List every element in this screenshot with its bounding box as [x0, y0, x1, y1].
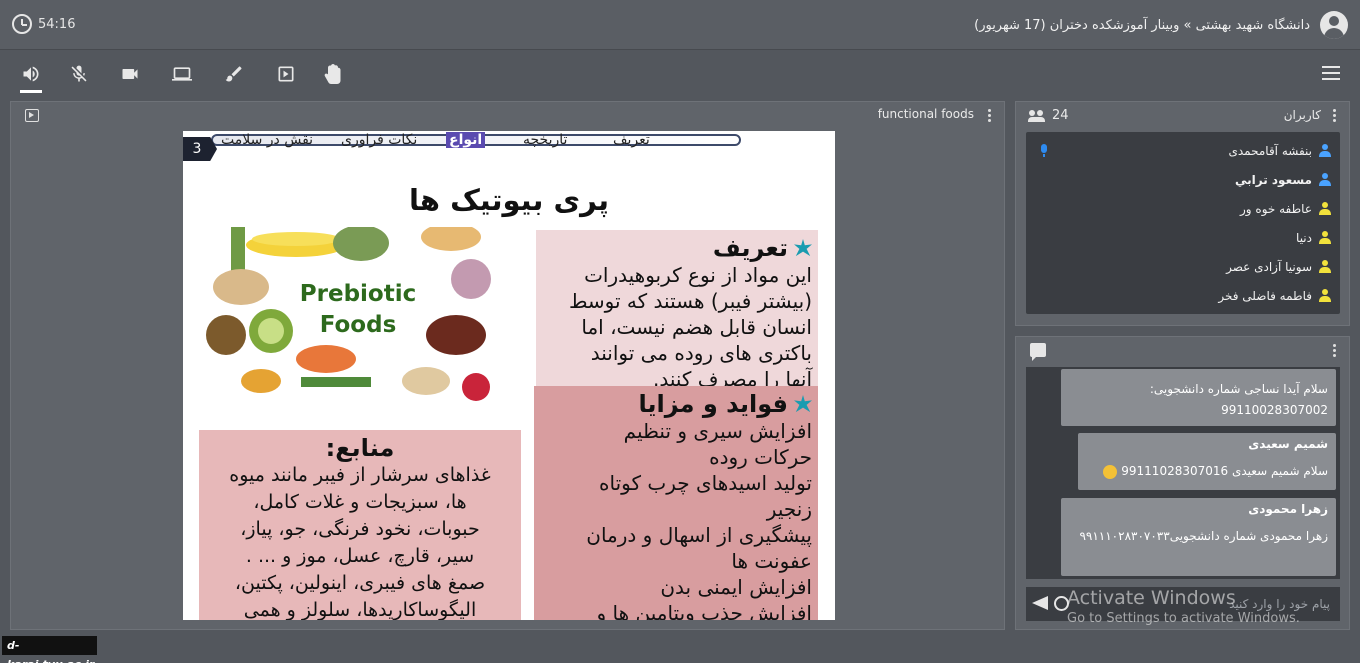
session-title-area: دانشگاه شهید بهشتی » وبینار آموزشکده دخت…	[974, 11, 1348, 39]
slide-nav-item: تعریف	[613, 132, 650, 148]
slide-nav-bar: نقش در سلامت نکات فراوری انواع تاریخچه ت…	[211, 132, 741, 148]
clock-icon	[12, 14, 32, 34]
people-icon	[1028, 109, 1046, 122]
brush-icon[interactable]	[223, 63, 245, 85]
image-label-line: Foods	[319, 312, 397, 338]
watermark-title: Activate Windows	[1067, 587, 1236, 609]
camera-icon[interactable]	[119, 63, 141, 85]
send-icon[interactable]	[1032, 596, 1048, 610]
person-icon	[1318, 288, 1332, 303]
user-list-item[interactable]: فاطمه فاضلی فخر	[1026, 281, 1340, 310]
user-name: سونیا آزادی عصر	[1226, 259, 1312, 274]
users-list: بنفشه آقامحمدی مسعود ترابي عاطفه خوه ور …	[1026, 132, 1340, 314]
slide-nav-item-active: انواع	[446, 132, 486, 148]
slide-nav-item: نکات فراوری	[341, 132, 418, 148]
user-list-item[interactable]: سونیا آزادی عصر	[1026, 252, 1340, 281]
person-icon	[1318, 201, 1332, 216]
user-list-item[interactable]: دنیا	[1026, 223, 1340, 252]
users-options-icon[interactable]	[1333, 109, 1337, 123]
speaker-icon[interactable]	[20, 63, 42, 93]
star-bullet-icon	[794, 239, 812, 257]
grin-emoji-icon	[1103, 464, 1118, 479]
benefits-title: فواید و مزایا	[542, 390, 812, 418]
play-box-icon[interactable]	[275, 63, 297, 85]
toolbar	[0, 51, 1360, 97]
session-timer: 54:16	[12, 14, 75, 34]
user-name: فاطمه فاضلی فخر	[1218, 288, 1312, 303]
presentation-slide: نقش در سلامت نکات فراوری انواع تاریخچه ت…	[183, 131, 835, 620]
benefits-text: افزایش سیری و تنظیم حرکات روده تولید اسی…	[586, 419, 812, 620]
watermark-subtitle: Go to Settings to activate Windows.	[1067, 611, 1300, 626]
user-list-item[interactable]: مسعود ترابي	[1026, 165, 1340, 194]
windows-activation-watermark: Activate Windows Go to Settings to activ…	[1067, 587, 1300, 626]
mic-off-icon[interactable]	[68, 63, 90, 85]
user-name: بنفشه آقامحمدی	[1228, 143, 1312, 158]
sources-box: منابع: غذاهای سرشار از فیبر مانند میوه ه…	[199, 430, 521, 620]
chat-message-text: زهرا محمودی شماره دانشجویی۹۹۱۱۱۰۲۸۳۰۷۰۳۳	[1079, 529, 1328, 543]
chat-message: سلام آیدا نساجی شماره دانشجویی: 99110028…	[1061, 369, 1336, 426]
image-label-line: Prebiotic	[299, 281, 417, 307]
site-logo: d-karaj.tvu.ac.ir	[2, 636, 97, 663]
presentation-name: functional foods	[877, 107, 974, 121]
person-icon	[1318, 172, 1332, 187]
minimize-presentation-icon[interactable]	[25, 109, 39, 122]
session-title: دانشگاه شهید بهشتی » وبینار آموزشکده دخت…	[974, 17, 1310, 33]
microphone-icon	[1040, 144, 1048, 157]
presentation-options-icon[interactable]	[988, 109, 992, 123]
sources-text: غذاهای سرشار از فیبر مانند میوه ها، سبزی…	[229, 464, 491, 620]
prebiotic-foods-image: Prebiotic Foods	[201, 223, 501, 401]
person-icon	[1318, 230, 1332, 245]
definition-title: تعریف	[544, 234, 812, 262]
chat-message: زهرا محمودی زهرا محمودی شماره دانشجویی۹۹…	[1061, 498, 1336, 576]
chat-message: شمیم سعیدی سلام شمیم سعیدی 9911102830701…	[1078, 433, 1336, 490]
definition-title-text: تعریف	[712, 234, 788, 262]
users-count-text: 24	[1052, 108, 1069, 123]
chat-messages[interactable]: سلام آیدا نساجی شماره دانشجویی: 99110028…	[1026, 367, 1340, 579]
sources-title: منابع:	[325, 434, 395, 462]
slide-heading: پری بیوتیک ها	[408, 183, 610, 217]
definition-box: تعریف این مواد از نوع کربوهیدرات (بیشتر …	[536, 230, 818, 391]
person-icon	[1318, 259, 1332, 274]
user-list-item[interactable]: عاطفه خوه ور	[1026, 194, 1340, 223]
hamburger-menu-button[interactable]	[1322, 66, 1340, 80]
person-icon	[1318, 143, 1332, 158]
timer-text: 54:16	[38, 16, 76, 32]
raise-hand-icon[interactable]	[322, 63, 344, 85]
chat-icon	[1030, 343, 1046, 361]
star-bullet-icon	[794, 395, 812, 413]
user-name: مسعود ترابي	[1234, 172, 1312, 187]
chat-panel: سلام آیدا نساجی شماره دانشجویی: 99110028…	[1015, 336, 1350, 630]
definition-text: این مواد از نوع کربوهیدرات (بیشتر فیبر) …	[568, 263, 812, 391]
chat-message-text: سلام آیدا نساجی شماره دانشجویی:	[1149, 382, 1328, 396]
users-panel: 24 کاربران بنفشه آقامحمدی مسعود ترابي عا…	[1015, 101, 1350, 326]
slide-number: 3	[183, 137, 217, 161]
chat-options-icon[interactable]	[1333, 344, 1337, 358]
chat-sender-name: زهرا محمودی	[1248, 502, 1328, 516]
slide-nav-item: تاریخچه	[523, 132, 568, 148]
user-list-item[interactable]: بنفشه آقامحمدی	[1026, 136, 1340, 165]
users-count: 24	[1028, 108, 1069, 123]
chat-message-text: سلام شمیم سعیدی 99111028307016	[1121, 464, 1328, 478]
users-title: کاربران	[1283, 108, 1321, 122]
benefits-title-text: فواید و مزایا	[638, 390, 788, 418]
chat-message-text: 99110028307002	[1221, 403, 1328, 417]
prebiotic-foods-label: Prebiotic Foods	[293, 279, 423, 341]
user-name: دنیا	[1296, 230, 1312, 245]
screen-share-icon[interactable]	[171, 63, 193, 85]
slide-nav-item: نقش در سلامت	[221, 132, 314, 148]
benefits-box: فواید و مزایا افزایش سیری و تنظیم حرکات …	[534, 386, 818, 620]
top-bar: 54:16 دانشگاه شهید بهشتی » وبینار آموزشک…	[0, 0, 1360, 50]
user-avatar-icon[interactable]	[1320, 11, 1348, 39]
chat-sender-name: شمیم سعیدی	[1248, 437, 1328, 451]
presentation-panel: functional foods نقش در سلامت نکات فراور…	[10, 101, 1005, 630]
presentation-header: functional foods	[11, 102, 1004, 128]
user-name: عاطفه خوه ور	[1240, 201, 1312, 216]
